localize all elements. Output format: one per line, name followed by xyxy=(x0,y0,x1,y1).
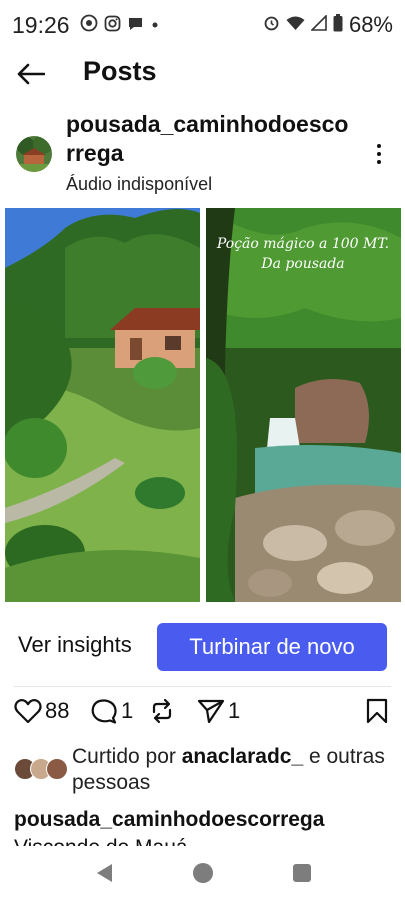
view-insights-button[interactable]: Ver insights xyxy=(18,632,132,658)
battery-icon xyxy=(333,13,343,37)
liked-avatars xyxy=(14,758,68,780)
liked-by-user[interactable]: anaclaradc_ xyxy=(182,745,303,768)
status-bar: 19:26 68% xyxy=(0,0,405,52)
status-right: 68% xyxy=(263,12,393,38)
more-vertical-icon xyxy=(377,144,381,148)
more-dot xyxy=(377,160,381,164)
overlay-text-line-1: Poção mágico a 100 MT. xyxy=(216,236,389,252)
caption-username[interactable]: pousada_caminhodoescorrega xyxy=(14,806,394,834)
divider xyxy=(14,686,391,687)
overlay-text-line-2: Da pousada xyxy=(260,256,344,272)
back-arrow-icon xyxy=(17,63,45,85)
account-name[interactable]: pousada_caminhodoescorrega xyxy=(66,110,356,168)
whatsapp-icon xyxy=(80,14,98,37)
notification-icons xyxy=(80,14,160,37)
like-button[interactable]: 88 xyxy=(14,698,69,724)
app-bar: Posts xyxy=(0,52,405,96)
like-count: 88 xyxy=(45,698,70,723)
more-options-button[interactable] xyxy=(369,142,389,166)
status-time: 19:26 xyxy=(12,12,70,38)
battery-percent: 68% xyxy=(348,12,393,37)
caption-text: Visconde de Mauá ... xyxy=(14,834,394,846)
bookmark-icon xyxy=(366,698,388,724)
left-photo-house xyxy=(5,208,200,602)
post-image[interactable]: Poção mágico a 100 MT. Da pousada xyxy=(5,208,401,602)
nav-home-icon[interactable] xyxy=(193,863,213,883)
save-button[interactable] xyxy=(366,698,388,724)
liked-by-text: Curtido por anaclaradc_ e outras pessoas xyxy=(72,744,390,796)
share-button[interactable]: 1 xyxy=(197,698,240,724)
signal-icon xyxy=(310,13,327,36)
audio-unavailable-label: Áudio indisponível xyxy=(66,174,213,194)
repost-icon xyxy=(152,698,172,724)
back-button[interactable] xyxy=(14,58,48,90)
engagement-bar: 88 1 1 xyxy=(0,696,405,732)
heart-icon xyxy=(14,699,42,724)
alarm-icon xyxy=(263,14,280,36)
liked-by-prefix: Curtido por xyxy=(72,745,182,768)
more-dot xyxy=(377,152,381,156)
liked-by[interactable]: Curtido por anaclaradc_ e outras pessoas xyxy=(0,740,405,800)
share-count: 1 xyxy=(228,698,241,723)
caption: pousada_caminhodoescorrega Visconde de M… xyxy=(14,806,394,846)
avatar xyxy=(46,758,68,780)
comment-count: 1 xyxy=(121,698,134,723)
avatar[interactable] xyxy=(16,136,52,172)
post-actions: Ver insights Turbinar de novo xyxy=(0,622,405,674)
nav-back-button[interactable] xyxy=(95,863,113,883)
dot-icon xyxy=(150,17,160,35)
nav-back-icon xyxy=(97,864,112,882)
page-title: Posts xyxy=(83,56,157,86)
repost-button[interactable] xyxy=(149,698,178,724)
wifi-icon xyxy=(286,15,305,36)
nav-recent-icon[interactable] xyxy=(293,864,311,882)
post-header: pousada_caminhodoescorrega Áudio indispo… xyxy=(0,104,405,200)
boost-again-button[interactable]: Turbinar de novo xyxy=(157,623,387,671)
message-icon xyxy=(127,15,144,37)
system-nav-bar xyxy=(0,846,405,900)
right-photo-waterfall: Poção mágico a 100 MT. Da pousada xyxy=(206,208,401,602)
comment-button[interactable]: 1 xyxy=(90,698,133,724)
comment-icon xyxy=(91,699,117,724)
instagram-icon xyxy=(104,15,121,37)
share-icon xyxy=(197,699,225,724)
